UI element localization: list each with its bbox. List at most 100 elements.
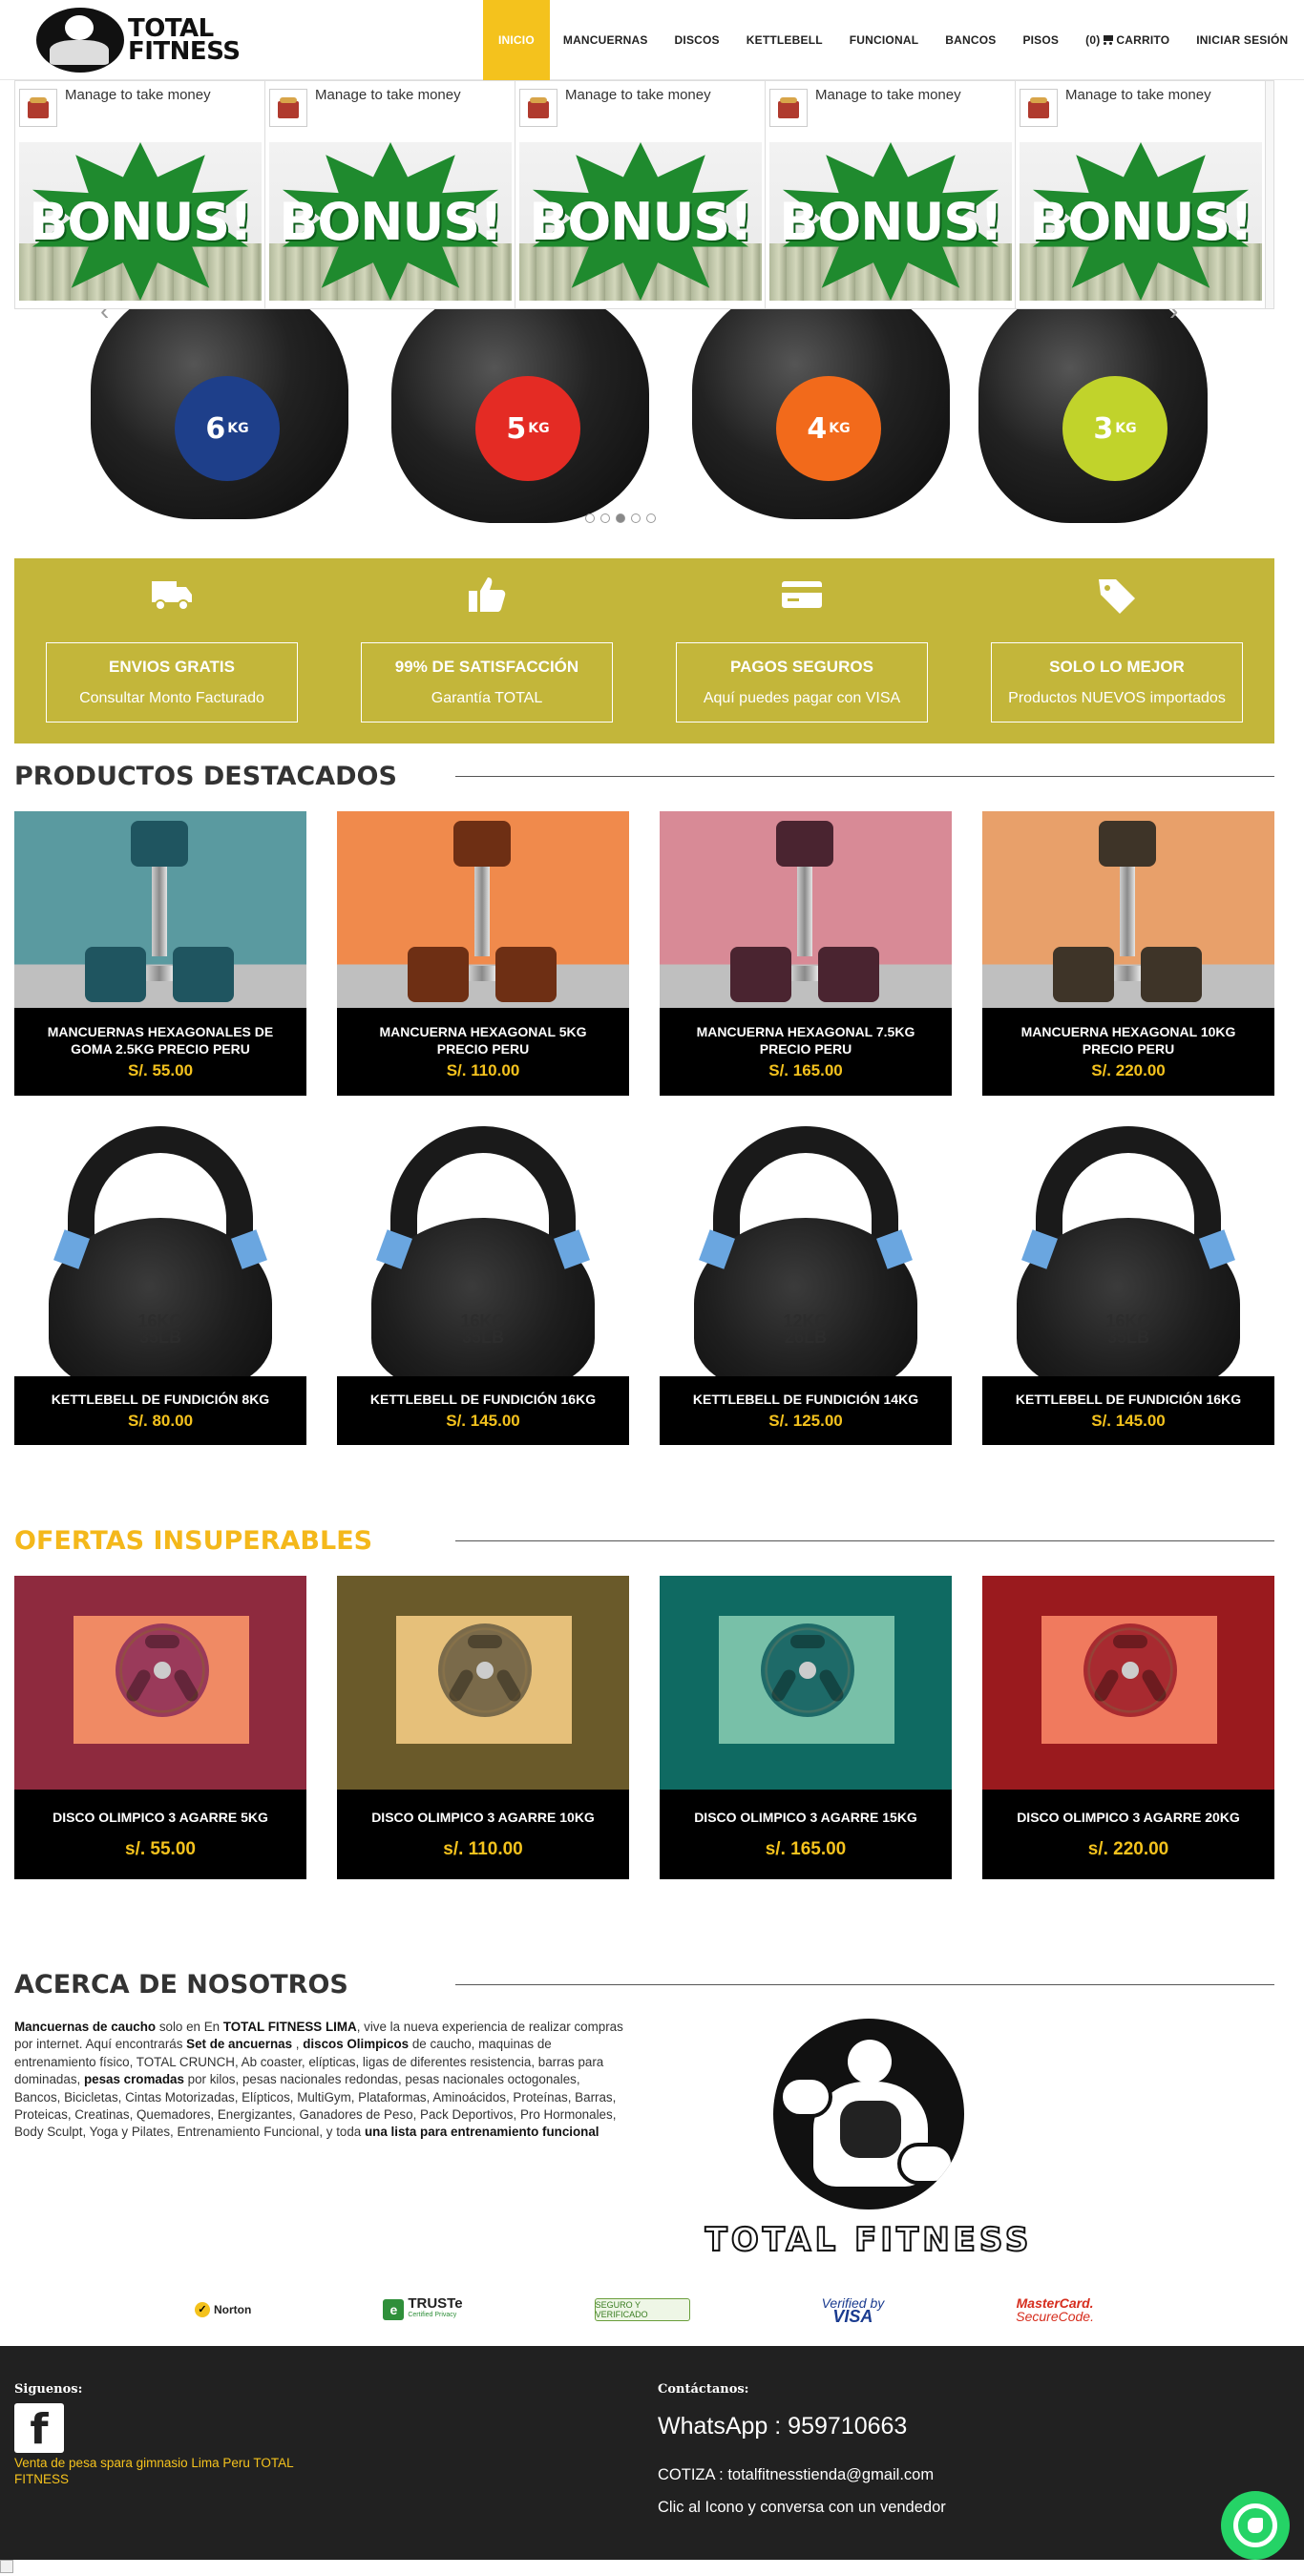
product-name[interactable]: DISCO OLIMPICO 3 AGARRE 5KG [53,1809,268,1826]
product-name[interactable]: KETTLEBELL DE FUNDICIÓN 16KG [370,1391,596,1408]
product-price: s/. 165.00 [765,1839,847,1859]
slider-dot[interactable] [631,513,641,523]
nav-discos[interactable]: DISCOS [662,0,733,80]
truck-icon [150,576,194,614]
product-image[interactable] [337,811,629,1008]
product-image[interactable] [660,1576,952,1790]
product-image[interactable]: 16KG 35LB [14,1117,306,1376]
nav-cart[interactable]: (0) CARRITO [1072,0,1183,80]
product-card[interactable]: MANCUERNA HEXAGONAL 10KG PRECIO PERU S/. … [982,811,1274,1096]
product-image[interactable] [14,811,306,1008]
featured-heading: PRODUCTOS DESTACADOS [14,757,1274,795]
checkmark-icon: ✓ [195,2302,210,2317]
feature-box[interactable]: SOLO LO MEJOR Productos NUEVOS importados [991,642,1243,723]
product-name[interactable]: MANCUERNAS HEXAGONALES DE GOMA 2.5KG PRE… [33,1023,287,1058]
slider-dot[interactable] [600,513,610,523]
product-card[interactable]: 12KG 26LB KETTLEBELL DE FUNDICIÓN 14KG S/. … [660,1117,952,1445]
nav-bancos[interactable]: BANCOS [932,0,1009,80]
feature-title: ENVIOS GRATIS [109,658,235,676]
mastercard-securecode-logo: MasterCard. MasterCard. SecureCode. [1016,2295,1094,2324]
nav-login[interactable]: INICIAR SESIÓN [1183,0,1301,80]
ad-banner[interactable]: Manage to take money BONUS! [515,81,766,308]
product-card[interactable]: MANCUERNAS HEXAGONALES DE GOMA 2.5KG PRE… [14,811,306,1096]
ad-title: Manage to take money [565,87,711,103]
kettlebell-image: 16KG 35LB [1011,1126,1246,1376]
product-caption: KETTLEBELL DE FUNDICIÓN 14KG S/. 125.00 [660,1376,952,1445]
product-card[interactable]: 16KG 35LB KETTLEBELL DE FUNDICIÓN 16KG S/. … [982,1117,1274,1445]
about-keyword: Set de ancuernas [186,2037,293,2052]
product-price: s/. 220.00 [1087,1839,1169,1859]
nav-funcional[interactable]: FUNCIONAL [836,0,932,80]
product-name[interactable]: DISCO OLIMPICO 3 AGARRE 15KG [694,1809,917,1826]
nav-pisos[interactable]: PISOS [1009,0,1072,80]
product-image[interactable]: 12KG 26LB [660,1117,952,1376]
product-image[interactable]: 16KG 35LB [337,1117,629,1376]
kettlebell-image: 16KG 35LB [366,1126,600,1376]
product-name[interactable]: MANCUERNA HEXAGONAL 7.5KG PRECIO PERU [679,1023,933,1058]
cart-icon [1102,35,1114,45]
ad-banner[interactable]: Manage to take money BONUS! [265,81,515,308]
product-name[interactable]: KETTLEBELL DE FUNDICIÓN 8KG [52,1391,269,1408]
about-heading: ACERCA DE NOSOTROS [14,1965,1274,2003]
product-card[interactable]: MANCUERNA HEXAGONAL 5KG PRECIO PERU S/. 1… [337,811,629,1096]
ad-banner[interactable]: Manage to take money BONUS! [766,81,1016,308]
feature-box[interactable]: ENVIOS GRATIS Consultar Monto Facturado [46,642,298,723]
feature-box[interactable]: 99% DE SATISFACCIÓN Garantía TOTAL [361,642,613,723]
product-caption: DISCO OLIMPICO 3 AGARRE 5KG s/. 55.00 [14,1790,306,1879]
heading-rule [455,1540,1274,1541]
offer-card[interactable]: DISCO OLIMPICO 3 AGARRE 20KG s/. 220.00 [982,1576,1274,1879]
feature-subtitle: Consultar Monto Facturado [79,690,264,706]
product-name[interactable]: MANCUERNA HEXAGONAL 5KG PRECIO PERU [356,1023,610,1058]
product-price: S/. 165.00 [768,1061,843,1079]
whatsapp-button[interactable] [1221,2491,1290,2560]
slider-dot[interactable] [646,513,656,523]
feature-3: PAGOS SEGUROS Aquí puedes pagar con VISA [676,558,928,743]
ad-title: Manage to take money [815,87,961,103]
bonus-image: BONUS! [1020,142,1262,301]
product-card[interactable]: 16KG 35LB KETTLEBELL DE FUNDICIÓN 16KG S/. … [337,1117,629,1445]
product-name[interactable]: DISCO OLIMPICO 3 AGARRE 20KG [1017,1809,1240,1826]
product-price: S/. 145.00 [1091,1412,1166,1430]
gift-icon [269,89,307,127]
bonus-label: BONUS! [279,192,503,252]
product-card[interactable]: MANCUERNA HEXAGONAL 7.5KG PRECIO PERU S/.… [660,811,952,1096]
product-image[interactable] [982,1576,1274,1790]
feature-title: SOLO LO MEJOR [1049,658,1185,676]
product-image[interactable] [660,811,952,1008]
nav-mancuernas[interactable]: MANCUERNAS [550,0,662,80]
offer-card[interactable]: DISCO OLIMPICO 3 AGARRE 10KG s/. 110.00 [337,1576,629,1879]
product-name[interactable]: KETTLEBELL DE FUNDICIÓN 14KG [693,1391,918,1408]
nav-inicio[interactable]: INICIO [483,0,550,80]
ad-banner[interactable]: Manage to take money BONUS! [15,81,265,308]
kettlebell-weight-label: 16KG 35LB [460,1311,506,1347]
disc-image [74,1616,249,1744]
feature-2: 99% DE SATISFACCIÓN Garantía TOTAL [361,558,613,743]
product-image[interactable] [337,1576,629,1790]
slider-dot[interactable] [585,513,595,523]
offer-card[interactable]: DISCO OLIMPICO 3 AGARRE 5KG s/. 55.00 [14,1576,306,1879]
facebook-icon[interactable]: f [14,2403,64,2454]
offer-card[interactable]: DISCO OLIMPICO 3 AGARRE 15KG s/. 165.00 [660,1576,952,1879]
site-logo[interactable]: TOTAL FITNESS [36,6,265,74]
product-image[interactable] [982,811,1274,1008]
ad-banner[interactable]: Manage to take money BONUS! [1016,81,1266,308]
product-card[interactable]: 16KG 35LB KETTLEBELL DE FUNDICIÓN 8KG S/. 8… [14,1117,306,1445]
about-keyword: una lista para entrenamiento funcional [364,2125,599,2140]
product-caption: DISCO OLIMPICO 3 AGARRE 15KG s/. 165.00 [660,1790,952,1879]
facebook-link[interactable]: Venta de pesa spara gimnasio Lima Peru T… [14,2455,320,2487]
nav-kettlebell[interactable]: KETTLEBELL [733,0,836,80]
product-name[interactable]: KETTLEBELL DE FUNDICIÓN 16KG [1016,1391,1241,1408]
norton-badge: ✓ Norton [195,2302,251,2317]
product-name[interactable]: DISCO OLIMPICO 3 AGARRE 10KG [371,1809,595,1826]
feature-title: PAGOS SEGUROS [730,658,873,676]
logo-text: TOTAL FITNESS [128,14,241,66]
verified-by-visa-logo: Verified by VISA [821,2295,885,2326]
product-image[interactable] [14,1576,306,1790]
feature-box[interactable]: PAGOS SEGUROS Aquí puedes pagar con VISA [676,642,928,723]
product-image[interactable]: 16KG 35LB [982,1117,1274,1376]
disc-image [1041,1616,1217,1744]
cart-count: (0) [1085,33,1101,47]
whatsapp-icon [1233,2503,1277,2547]
product-name[interactable]: MANCUERNA HEXAGONAL 10KG PRECIO PERU [1001,1023,1255,1058]
slider-dot[interactable] [616,513,625,523]
